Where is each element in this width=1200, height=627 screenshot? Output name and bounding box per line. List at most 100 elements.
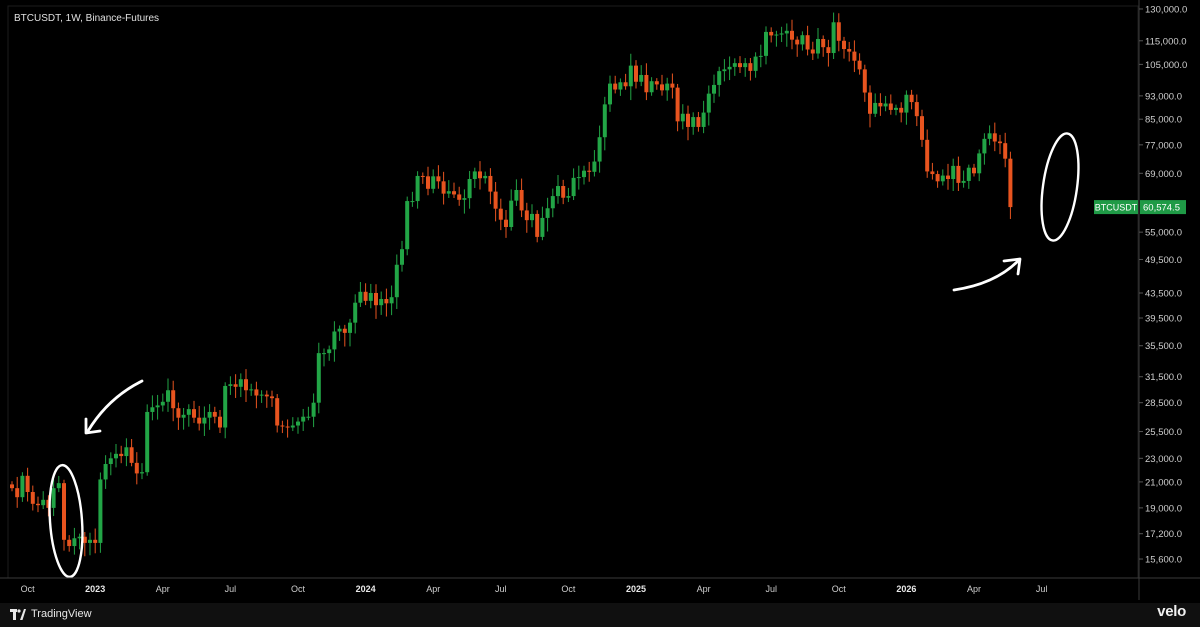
candle-body (524, 210, 529, 221)
candle-body (852, 51, 857, 61)
candle-body (493, 191, 498, 209)
candle-body (233, 384, 238, 387)
candle-body (571, 177, 576, 197)
candle (836, 13, 841, 52)
candle (878, 93, 883, 116)
candle (618, 78, 623, 96)
candle (946, 163, 950, 190)
candle-body (379, 299, 384, 306)
price-tick-label: 39,500.0 (1145, 314, 1182, 325)
last-price-label: BTCUSDT 60,574.5 (1094, 200, 1186, 215)
candle (566, 187, 571, 203)
candle (883, 95, 888, 112)
candle-body (784, 30, 789, 34)
candle-body (514, 189, 519, 201)
candle (342, 324, 347, 347)
candle-body (244, 379, 248, 391)
candle-body (654, 81, 659, 85)
candle-body (275, 398, 280, 426)
candle (410, 191, 415, 207)
candle (322, 348, 326, 367)
candle-body (311, 402, 316, 417)
candle (582, 165, 586, 185)
candle-body (696, 117, 701, 127)
price-tick-label: 130,000.0 (1145, 4, 1187, 15)
candle (25, 467, 30, 502)
chart-frame: 130,000.0 115,000.0 105,000.0 93,000.0 85,00… (0, 0, 1200, 627)
candle-body (353, 302, 358, 323)
candle-body (363, 291, 368, 301)
candle (717, 66, 722, 97)
candle-body (41, 499, 46, 506)
time-tick-label: 2025 (626, 584, 646, 594)
arrow-right-curve (952, 259, 1020, 292)
candle-body (504, 219, 508, 227)
candle (675, 83, 680, 132)
candle (332, 321, 337, 362)
candle (348, 318, 352, 347)
candle (264, 390, 269, 408)
candle (306, 406, 311, 421)
time-tick-label: Jul (1036, 584, 1048, 594)
candle (738, 56, 742, 74)
candle-body (946, 175, 950, 180)
candle-body (472, 171, 477, 180)
tradingview-logo[interactable]: TradingView (10, 605, 92, 623)
candle (280, 420, 285, 434)
candle-body (987, 133, 992, 139)
candle-body (545, 208, 550, 218)
candle-body (478, 171, 482, 179)
candle (20, 472, 25, 502)
candle (992, 122, 997, 152)
candle-body (301, 416, 306, 422)
price-tick-label: 28,500.0 (1145, 398, 1182, 409)
candle-body (108, 458, 113, 465)
candle (680, 104, 685, 130)
time-tick-label: Jul (495, 584, 507, 594)
candle (686, 105, 690, 141)
footer-bar (0, 603, 1200, 627)
candle (712, 74, 716, 103)
candle (436, 165, 441, 189)
candle (722, 59, 727, 82)
candle (909, 89, 914, 110)
candle (493, 181, 498, 222)
candle (379, 291, 384, 315)
candle-body (62, 483, 66, 540)
candle (358, 281, 363, 307)
candle-body (431, 176, 436, 189)
candle (67, 535, 72, 552)
candle-body (441, 181, 446, 194)
candle-body (446, 191, 451, 194)
time-tick-label: 2026 (896, 584, 916, 594)
candle (925, 129, 930, 178)
candle (10, 481, 14, 492)
candle (426, 166, 430, 196)
tradingview-icon (10, 608, 26, 620)
candle-body (556, 186, 560, 197)
candle-body (348, 322, 352, 333)
price-chart[interactable]: 130,000.0 115,000.0 105,000.0 93,000.0 85,00… (0, 0, 1200, 627)
candle (498, 198, 503, 231)
candle-body (800, 35, 805, 45)
candle (478, 161, 482, 190)
candle (363, 283, 368, 306)
symbol-legend[interactable]: BTCUSDT, 1W, Binance-Futures (14, 13, 159, 24)
time-tick-label: Jul (225, 584, 237, 594)
candle (275, 394, 280, 433)
candle (696, 111, 701, 132)
price-tick-label: 31,500.0 (1145, 372, 1182, 383)
candle-body (743, 63, 748, 68)
price-tick-label: 77,000.0 (1145, 140, 1182, 151)
candle-body (228, 384, 233, 386)
candle (748, 57, 753, 81)
candle-body (488, 175, 493, 192)
candle (857, 53, 862, 75)
velo-watermark: velo (1157, 603, 1186, 620)
candle-body (992, 133, 997, 142)
candle (160, 393, 165, 412)
candle (457, 186, 462, 206)
price-tick-label: 19,000.0 (1145, 503, 1182, 514)
time-tick-label: Oct (21, 584, 36, 594)
candle (311, 393, 316, 428)
